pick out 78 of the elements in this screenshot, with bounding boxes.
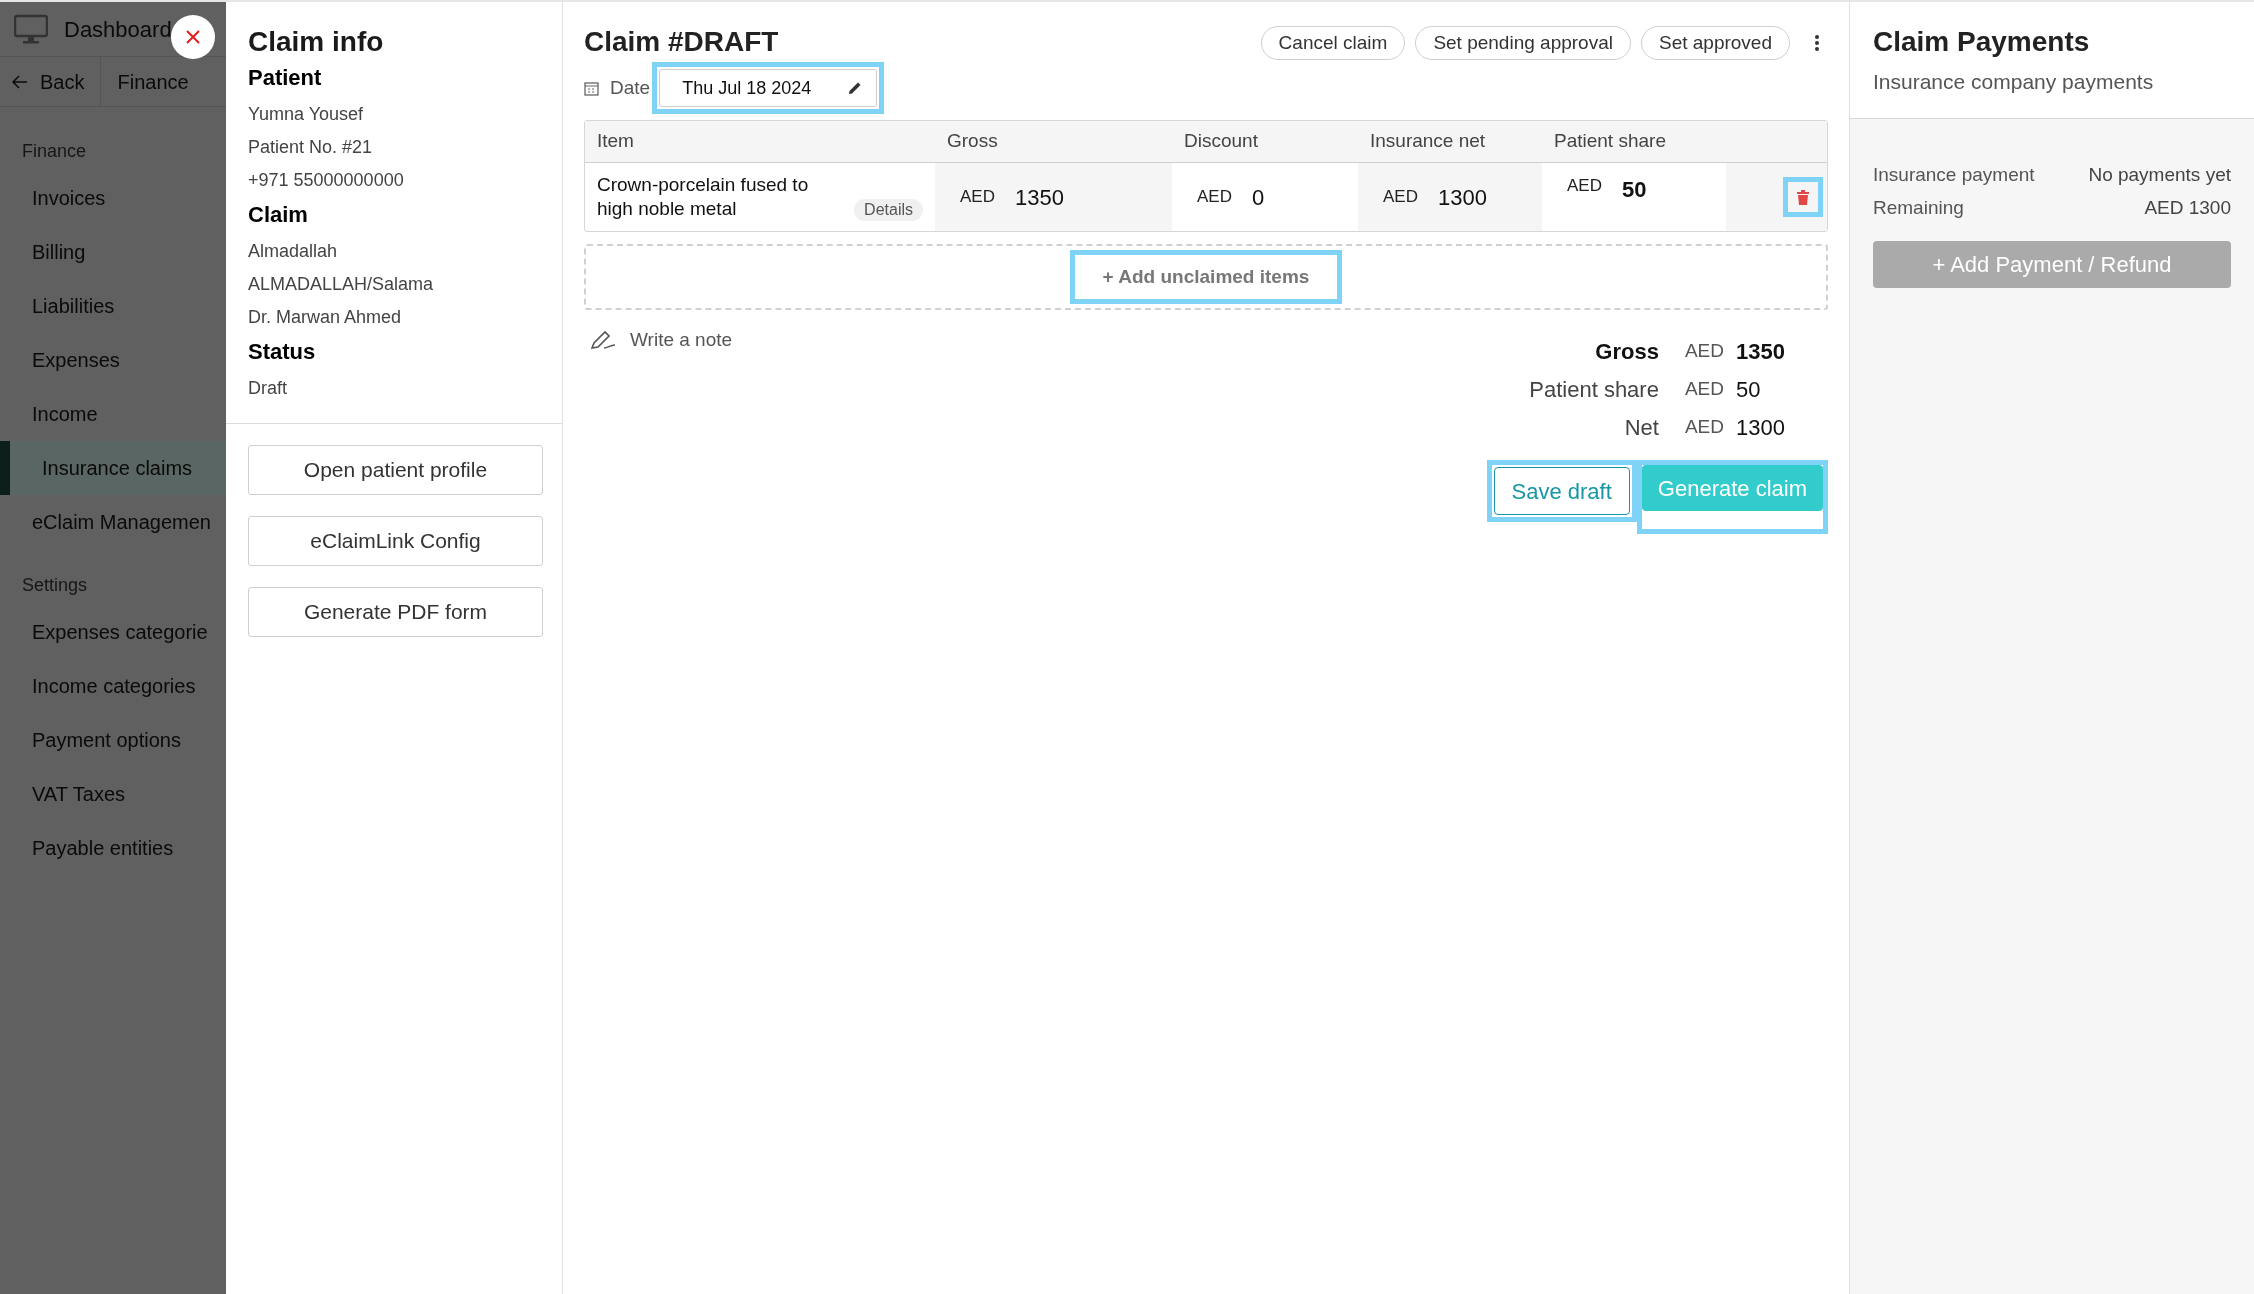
back-button[interactable]: Back bbox=[0, 57, 102, 106]
close-icon bbox=[185, 29, 201, 45]
amount-value: 0 bbox=[1251, 183, 1265, 212]
panel-title: Claim info bbox=[248, 25, 385, 59]
sidebar-item[interactable]: Payable entities bbox=[0, 821, 226, 875]
column-header: Patient share bbox=[1554, 129, 1666, 154]
payment-label: Insurance payment bbox=[1873, 162, 2035, 187]
info-line: Patient No. #21 bbox=[248, 136, 374, 159]
section-label: Finance bbox=[21, 139, 88, 163]
section-label: Settings bbox=[21, 573, 89, 597]
summary-value: 1350 bbox=[1736, 337, 1786, 366]
sidebar-item[interactable]: Insurance claims bbox=[0, 441, 226, 495]
sidebar-item[interactable]: Income bbox=[0, 387, 226, 441]
info-line: +971 55000000000 bbox=[248, 169, 405, 192]
info-line: Yumna Yousef bbox=[248, 103, 365, 126]
panel-button[interactable]: Open patient profile bbox=[248, 445, 543, 495]
back-arrow-icon bbox=[12, 74, 28, 89]
add-items-button[interactable]: + Add unclaimed items bbox=[1074, 255, 1338, 299]
amount-value: 1350 bbox=[1014, 183, 1064, 212]
summary-label: Patient share bbox=[1528, 375, 1659, 404]
pencil-icon[interactable] bbox=[848, 81, 863, 95]
monitor-icon bbox=[14, 14, 48, 44]
panel-button[interactable]: eClaimLink Config bbox=[248, 516, 543, 566]
panel-title: Claim Payments bbox=[1873, 25, 2091, 59]
group-heading: Patient bbox=[248, 64, 323, 92]
trash-icon bbox=[1797, 189, 1809, 205]
group-heading: Claim bbox=[248, 201, 309, 229]
more-icon[interactable] bbox=[1814, 34, 1820, 52]
column-header: Gross bbox=[947, 129, 998, 154]
panel-subtitle: Insurance company payments bbox=[1873, 69, 2155, 95]
sidebar-item[interactable]: Billing bbox=[0, 225, 226, 279]
currency-label: AED bbox=[1197, 186, 1232, 209]
calendar-icon bbox=[584, 80, 599, 96]
sidebar-item[interactable]: Liabilities bbox=[0, 279, 226, 333]
breadcrumb-link[interactable]: Finance bbox=[101, 57, 189, 106]
summary-value: 50 bbox=[1736, 375, 1762, 404]
sidebar-item[interactable]: Expenses categorie bbox=[0, 605, 226, 659]
currency-label: AED bbox=[1684, 414, 1724, 439]
item-name: Crown-porcelain fused to high noble metal bbox=[597, 173, 810, 221]
claim-title: Claim #DRAFT bbox=[584, 25, 779, 59]
currency-label: AED bbox=[1383, 186, 1418, 209]
column-header: Discount bbox=[1184, 129, 1258, 154]
payment-label: Remaining bbox=[1873, 195, 1964, 220]
generate-claim-button[interactable]: Generate claim bbox=[1641, 465, 1823, 511]
info-line: ALMADALLAH/Salama bbox=[248, 273, 435, 296]
date-label: Date bbox=[610, 75, 651, 100]
column-header: Insurance net bbox=[1370, 129, 1486, 154]
currency-label: AED bbox=[1567, 175, 1602, 197]
pen-icon bbox=[590, 330, 616, 350]
summary-value: 1300 bbox=[1736, 413, 1786, 442]
sidebar-item[interactable]: eClaim Managemen bbox=[0, 495, 226, 549]
currency-label: AED bbox=[960, 186, 995, 209]
sidebar-item[interactable]: VAT Taxes bbox=[0, 767, 226, 821]
payment-value: AED 1300 bbox=[2144, 195, 2231, 220]
write-note-link[interactable]: Write a note bbox=[630, 325, 733, 355]
sidebar-item[interactable]: Income categories bbox=[0, 659, 226, 713]
summary-label: Gross bbox=[1594, 337, 1659, 366]
info-line: Dr. Marwan Ahmed bbox=[248, 306, 403, 329]
add-payment-button[interactable]: + Add Payment / Refund bbox=[1873, 240, 2231, 288]
group-heading: Status bbox=[248, 338, 317, 366]
save-draft-button[interactable]: Save draft bbox=[1493, 467, 1630, 515]
currency-label: AED bbox=[1684, 338, 1724, 363]
dashboard-link[interactable]: Dashboard bbox=[64, 12, 172, 46]
sidebar-item[interactable]: Invoices bbox=[0, 171, 226, 225]
amount-value: 50 bbox=[1621, 176, 1647, 204]
payment-value: No payments yet bbox=[2088, 162, 2231, 187]
amount-value: 1300 bbox=[1437, 183, 1487, 212]
summary-label: Net bbox=[1623, 413, 1659, 442]
close-button[interactable] bbox=[171, 15, 215, 59]
currency-label: AED bbox=[1684, 376, 1724, 401]
sidebar-item[interactable]: Payment options bbox=[0, 713, 226, 767]
info-line: Almadallah bbox=[248, 240, 339, 263]
sidebar-item[interactable]: Expenses bbox=[0, 333, 226, 387]
column-header: Item bbox=[597, 129, 634, 154]
details-tag[interactable]: Details bbox=[854, 199, 923, 221]
info-line: Draft bbox=[248, 377, 288, 400]
panel-button[interactable]: Generate PDF form bbox=[248, 587, 543, 637]
date-field[interactable]: Thu Jul 18 2024 bbox=[659, 69, 878, 107]
